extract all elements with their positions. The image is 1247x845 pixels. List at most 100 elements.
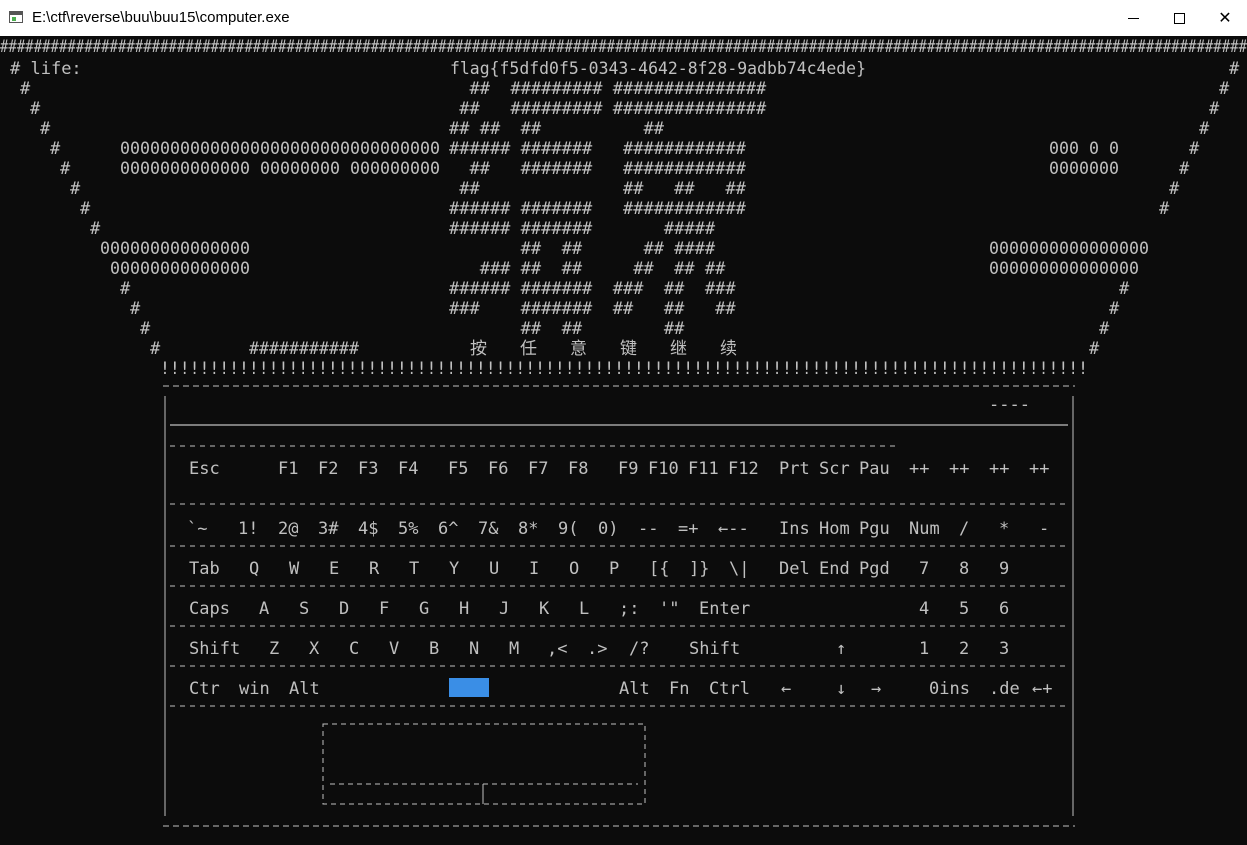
key-r[interactable]: R bbox=[369, 559, 380, 579]
key-[interactable]: \| bbox=[729, 559, 749, 579]
key-[interactable]: ,< bbox=[547, 639, 567, 659]
key-w[interactable]: W bbox=[289, 559, 300, 579]
key-b[interactable]: B bbox=[429, 639, 439, 659]
key-f6[interactable]: F6 bbox=[488, 459, 508, 479]
key-4[interactable]: 4$ bbox=[358, 519, 378, 539]
key-t[interactable]: T bbox=[409, 559, 419, 579]
arrow-left-icon[interactable]: ← bbox=[781, 679, 791, 699]
key-n[interactable]: N bbox=[469, 639, 479, 659]
key-u[interactable]: U bbox=[489, 559, 499, 579]
key-6[interactable]: 6^ bbox=[438, 519, 458, 539]
key-2[interactable]: 2 bbox=[959, 639, 969, 659]
key-caps[interactable]: Caps bbox=[189, 599, 230, 619]
arrow-right-icon[interactable]: → bbox=[871, 679, 881, 699]
key-f4[interactable]: F4 bbox=[398, 459, 418, 479]
key-i[interactable]: I bbox=[529, 559, 539, 579]
console-window[interactable]: ########################################… bbox=[0, 36, 1247, 841]
key-c[interactable]: C bbox=[349, 639, 359, 659]
key-x[interactable]: X bbox=[309, 639, 320, 659]
key-f[interactable]: F bbox=[379, 599, 389, 619]
key-esc[interactable]: Esc bbox=[189, 459, 220, 479]
key-l[interactable]: L bbox=[579, 599, 589, 619]
key-alt[interactable]: Alt bbox=[289, 679, 320, 699]
enter-icon[interactable]: ←+ bbox=[1032, 679, 1052, 699]
key-o[interactable]: O bbox=[569, 559, 579, 579]
key-h[interactable]: H bbox=[459, 599, 469, 619]
key-[interactable]: ++ bbox=[909, 459, 929, 479]
key-[interactable]: ++ bbox=[949, 459, 969, 479]
key-scr[interactable]: Scr bbox=[819, 459, 850, 479]
key-de[interactable]: .de bbox=[989, 679, 1020, 699]
key-f5[interactable]: F5 bbox=[448, 459, 468, 479]
key-8[interactable]: 8* bbox=[518, 519, 538, 539]
key-enter[interactable]: Enter bbox=[699, 599, 750, 619]
key-win[interactable]: win bbox=[239, 679, 270, 699]
key-ins[interactable]: Ins bbox=[779, 519, 810, 539]
key-f2[interactable]: F2 bbox=[318, 459, 338, 479]
key-alt[interactable]: Alt bbox=[619, 679, 650, 699]
key-9[interactable]: 9( bbox=[558, 519, 578, 539]
key-9[interactable]: 9 bbox=[999, 559, 1009, 579]
key-d[interactable]: D bbox=[339, 599, 349, 619]
key-[interactable]: ;: bbox=[619, 599, 639, 619]
key-f9[interactable]: F9 bbox=[618, 459, 638, 479]
key-7[interactable]: 7 bbox=[919, 559, 929, 579]
key-v[interactable]: V bbox=[389, 639, 399, 659]
key-pau[interactable]: Pau bbox=[859, 459, 890, 479]
key-end[interactable]: End bbox=[819, 559, 850, 579]
key-fn[interactable]: Fn bbox=[669, 679, 689, 699]
key-[interactable]: ]} bbox=[689, 559, 709, 579]
key-7[interactable]: 7& bbox=[478, 519, 499, 539]
key-[interactable]: * bbox=[999, 519, 1009, 539]
key-f1[interactable]: F1 bbox=[278, 459, 298, 479]
key-8[interactable]: 8 bbox=[959, 559, 969, 579]
key-a[interactable]: A bbox=[259, 599, 269, 619]
key-f10[interactable]: F10 bbox=[648, 459, 679, 479]
key-[interactable]: - bbox=[1039, 519, 1049, 539]
key-f7[interactable]: F7 bbox=[528, 459, 548, 479]
backspace-icon[interactable]: ←-- bbox=[718, 519, 749, 539]
key-num[interactable]: Num bbox=[909, 519, 940, 539]
key-1[interactable]: 1! bbox=[238, 519, 258, 539]
key-[interactable]: ++ bbox=[989, 459, 1009, 479]
key-y[interactable]: Y bbox=[449, 559, 459, 579]
key-[interactable]: ++ bbox=[1029, 459, 1049, 479]
key-pgd[interactable]: Pgd bbox=[859, 559, 890, 579]
key-3[interactable]: 3 bbox=[999, 639, 1009, 659]
key-e[interactable]: E bbox=[329, 559, 339, 579]
key-6[interactable]: 6 bbox=[999, 599, 1009, 619]
key-ctrl[interactable]: Ctrl bbox=[709, 679, 750, 699]
key-0[interactable]: 0) bbox=[598, 519, 618, 539]
key-s[interactable]: S bbox=[299, 599, 309, 619]
key-f11[interactable]: F11 bbox=[688, 459, 719, 479]
minimize-button[interactable] bbox=[1110, 0, 1156, 36]
spacebar-highlight[interactable] bbox=[449, 678, 489, 697]
key-q[interactable]: Q bbox=[249, 559, 259, 579]
key-ctr[interactable]: Ctr bbox=[189, 679, 220, 699]
key-p[interactable]: P bbox=[609, 559, 619, 579]
key-2[interactable]: 2@ bbox=[278, 519, 298, 539]
key-m[interactable]: M bbox=[509, 639, 519, 659]
key-[interactable]: / bbox=[959, 519, 969, 539]
key-g[interactable]: G bbox=[419, 599, 429, 619]
arrow-up-icon[interactable]: ↑ bbox=[836, 639, 846, 659]
key-5[interactable]: 5% bbox=[398, 519, 418, 539]
key-del[interactable]: Del bbox=[779, 559, 810, 579]
key-[interactable]: [{ bbox=[649, 559, 669, 579]
key-pgu[interactable]: Pgu bbox=[859, 519, 890, 539]
key-0ins[interactable]: 0ins bbox=[929, 679, 970, 699]
key-[interactable]: -- bbox=[638, 519, 658, 539]
key-hom[interactable]: Hom bbox=[819, 519, 850, 539]
key-k[interactable]: K bbox=[539, 599, 550, 619]
key-[interactable]: `~ bbox=[187, 519, 207, 539]
key-[interactable]: .> bbox=[587, 639, 607, 659]
key-tab[interactable]: Tab bbox=[189, 559, 220, 579]
key-shift[interactable]: Shift bbox=[689, 639, 740, 659]
key-j[interactable]: J bbox=[499, 599, 509, 619]
key-f3[interactable]: F3 bbox=[358, 459, 378, 479]
maximize-button[interactable] bbox=[1156, 0, 1202, 36]
key-[interactable]: /? bbox=[629, 639, 649, 659]
key-[interactable]: =+ bbox=[678, 519, 698, 539]
key-f12[interactable]: F12 bbox=[728, 459, 759, 479]
key-f8[interactable]: F8 bbox=[568, 459, 588, 479]
